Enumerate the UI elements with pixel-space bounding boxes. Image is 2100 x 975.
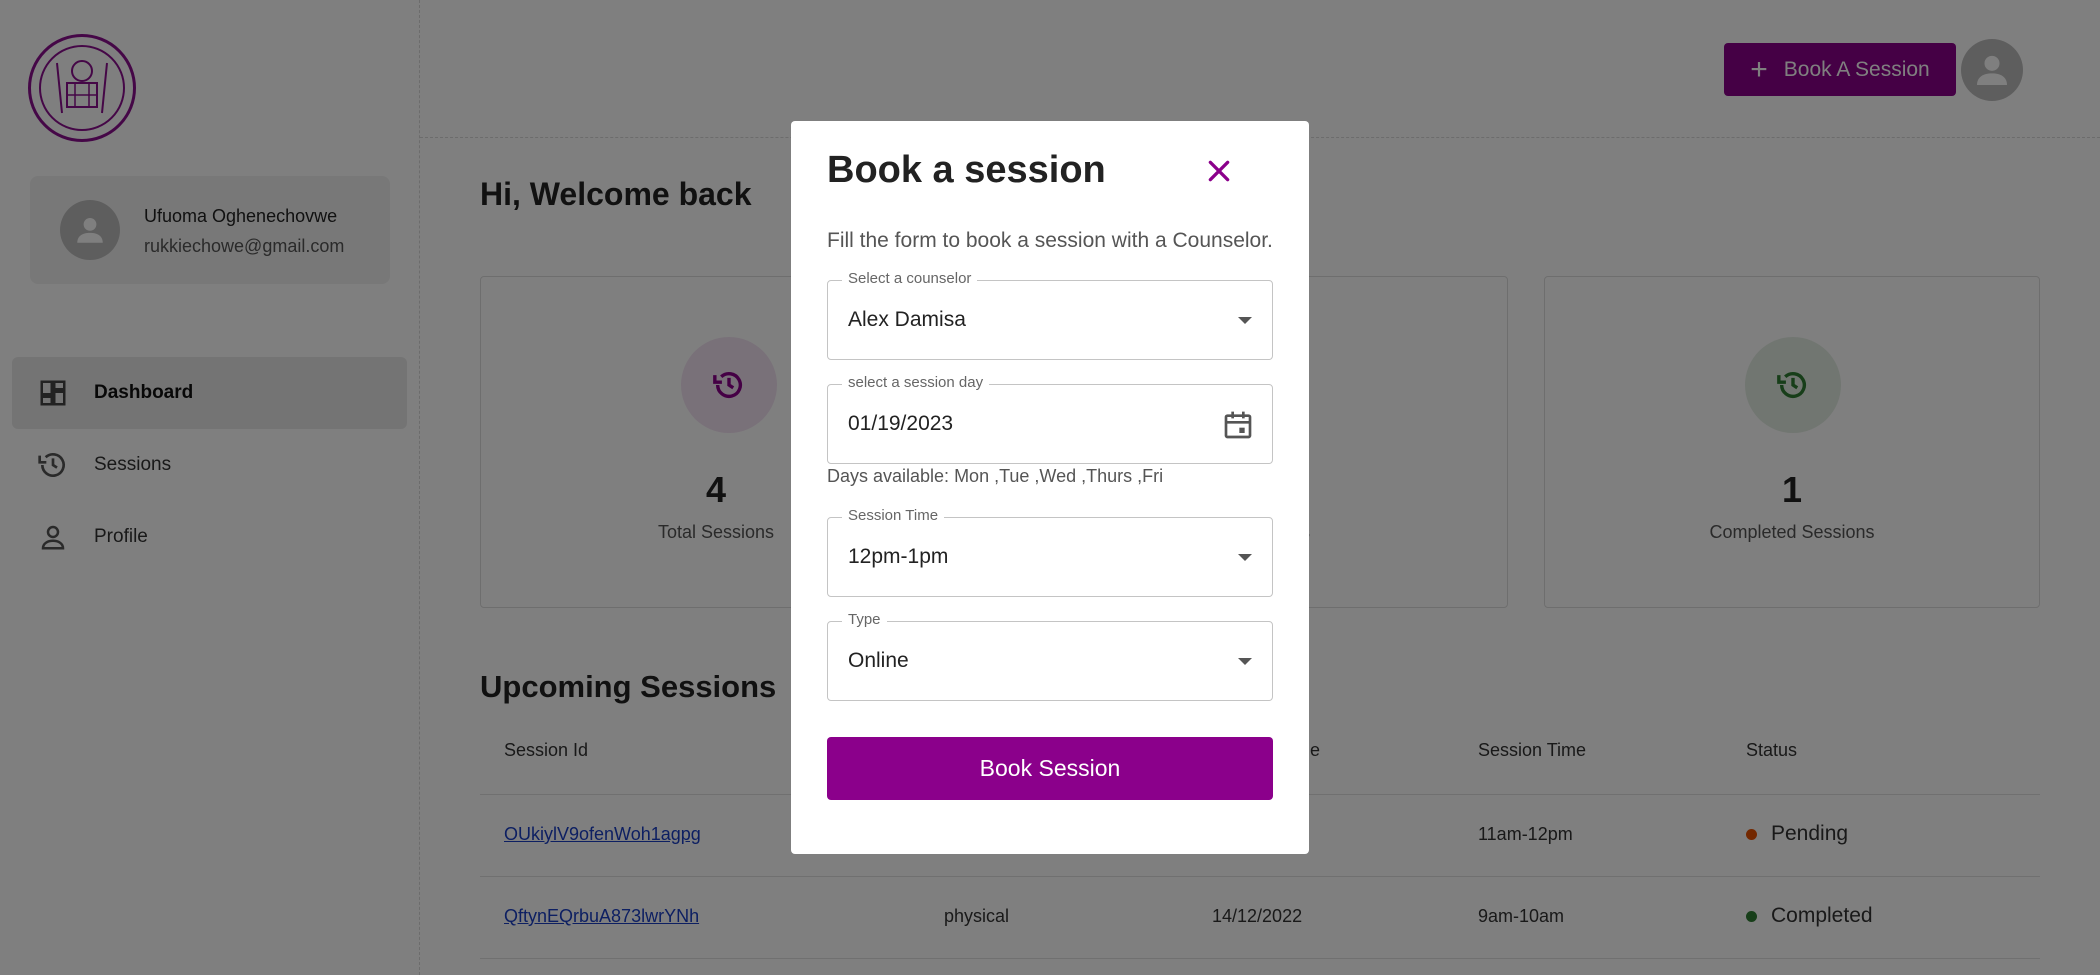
field-value: Online bbox=[848, 649, 909, 672]
field-label: select a session day bbox=[842, 374, 990, 391]
field-label: Type bbox=[842, 611, 887, 628]
modal-title: Book a session bbox=[827, 149, 1106, 191]
days-available-hint: Days available: Mon ,Tue ,Wed ,Thurs ,Fr… bbox=[827, 466, 1164, 486]
field-label: Select a counselor bbox=[842, 270, 978, 287]
chevron-down-icon bbox=[1238, 658, 1252, 665]
chevron-down-icon bbox=[1238, 554, 1252, 561]
close-icon[interactable] bbox=[1201, 153, 1237, 189]
type-select[interactable]: Type Online bbox=[827, 611, 1273, 701]
field-value: 12pm-1pm bbox=[848, 545, 949, 568]
counselor-select[interactable]: Select a counselor Alex Damisa bbox=[827, 270, 1273, 360]
session-time-select[interactable]: Session Time 12pm-1pm bbox=[827, 507, 1273, 597]
field-label: Session Time bbox=[842, 507, 945, 524]
calendar-icon[interactable] bbox=[1222, 409, 1254, 441]
book-session-button[interactable]: Book Session bbox=[827, 737, 1273, 800]
field-value: 01/19/2023 bbox=[848, 412, 954, 435]
book-session-modal: Book a session Fill the form to book a s… bbox=[791, 121, 1309, 854]
session-day-field[interactable]: select a session day 01/19/2023 bbox=[827, 374, 1273, 464]
field-value: Alex Damisa bbox=[848, 308, 966, 331]
chevron-down-icon bbox=[1238, 317, 1252, 324]
modal-subtitle: Fill the form to book a session with a C… bbox=[827, 229, 1273, 252]
